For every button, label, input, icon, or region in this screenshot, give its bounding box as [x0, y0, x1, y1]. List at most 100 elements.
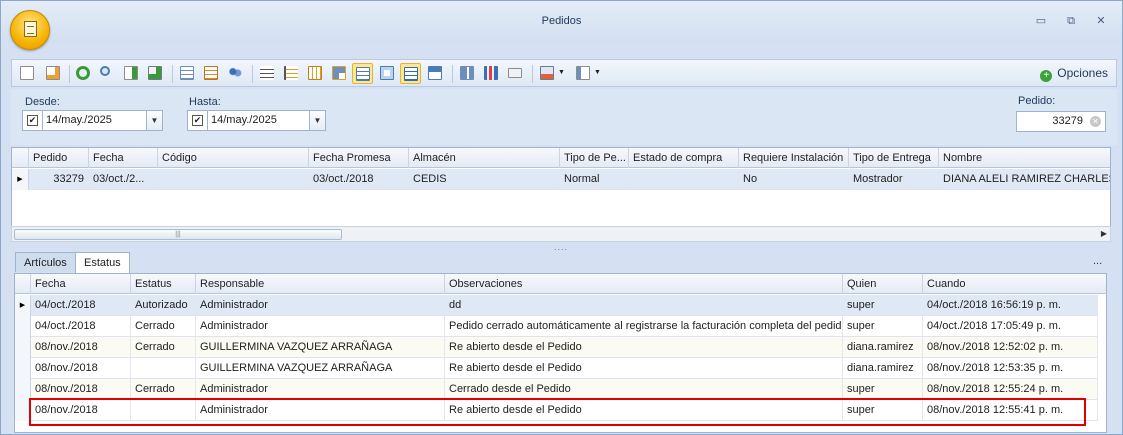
cell-observaciones[interactable]: dd — [445, 295, 843, 316]
desde-date-value[interactable]: 14/may./2025 — [42, 111, 142, 130]
cell-quien[interactable]: super — [843, 316, 923, 337]
col-codigo[interactable]: Código — [158, 148, 309, 168]
cell-fecha[interactable]: 03/oct./2... — [89, 169, 158, 190]
cell-observaciones[interactable]: Re abierto desde el Pedido — [445, 358, 843, 379]
col-pedido[interactable]: Pedido — [29, 148, 89, 168]
table-row[interactable]: ▶ 33279 03/oct./2... 03/oct./2018 CEDIS … — [12, 169, 1110, 190]
cell-almacen[interactable]: CEDIS — [409, 169, 560, 190]
cell-tipo-pedido[interactable]: Normal — [560, 169, 629, 190]
cell-estatus[interactable]: Cerrado — [131, 337, 196, 358]
hasta-checkbox[interactable]: ✔ — [192, 115, 203, 126]
col-fecha[interactable]: Fecha — [89, 148, 158, 168]
cell-fecha-promesa[interactable]: 03/oct./2018 — [309, 169, 409, 190]
print-dropdown-icon[interactable]: ▼ — [558, 64, 568, 82]
table-view-2-icon[interactable] — [400, 63, 421, 84]
cell-quien[interactable]: diana.ramirez — [843, 337, 923, 358]
pedido-input[interactable]: 33279 ✕ — [1016, 111, 1106, 132]
table-row[interactable]: 08/nov./2018 Cerrado GUILLERMINA VAZQUEZ A… — [15, 337, 1098, 358]
restore-button[interactable]: ⧉ — [1061, 13, 1081, 29]
cell-fecha[interactable]: 08/nov./2018 — [31, 337, 131, 358]
tiles-icon[interactable] — [458, 64, 476, 82]
layout-2-icon[interactable] — [426, 64, 444, 82]
align-icon[interactable] — [258, 64, 276, 82]
edit-icon[interactable] — [44, 64, 62, 82]
close-button[interactable]: ✕ — [1091, 13, 1111, 29]
report-icon[interactable] — [574, 64, 592, 82]
cell-codigo[interactable] — [158, 169, 309, 190]
col-observaciones[interactable]: Observaciones — [445, 274, 843, 294]
clear-icon[interactable]: ✕ — [1090, 116, 1101, 127]
table-row[interactable]: 08/nov./2018 GUILLERMINA VAZQUEZ ARRAÑAGA… — [15, 358, 1098, 379]
more-icon[interactable]: ... — [1093, 255, 1102, 267]
options-button[interactable]: + Opciones — [1040, 66, 1108, 82]
cell-responsable[interactable]: GUILLERMINA VAZQUEZ ARRAÑAGA — [196, 337, 445, 358]
tab-estatus[interactable]: Estatus — [75, 252, 130, 273]
report-dropdown-icon[interactable]: ▼ — [594, 64, 604, 82]
hasta-date-value[interactable]: 14/may./2025 — [207, 111, 307, 130]
grid-icon[interactable] — [178, 64, 196, 82]
chevron-down-icon[interactable]: ▼ — [309, 111, 325, 130]
cell-fecha[interactable]: 04/oct./2018 — [31, 295, 131, 316]
search-icon[interactable] — [98, 64, 116, 82]
col-tipo-entrega[interactable]: Tipo de Entrega — [849, 148, 939, 168]
cell-fecha[interactable]: 04/oct./2018 — [31, 316, 131, 337]
col-tipo-pedido[interactable]: Tipo de Pe... — [560, 148, 629, 168]
filter-icon[interactable] — [378, 64, 396, 82]
table-row[interactable]: ▶ 04/oct./2018 Autorizado Administrador dd su… — [15, 295, 1098, 316]
card-icon[interactable] — [506, 64, 524, 82]
col-nombre[interactable]: Nombre — [939, 148, 1110, 168]
people-icon[interactable] — [226, 64, 244, 82]
cell-responsable[interactable]: GUILLERMINA VAZQUEZ ARRAÑAGA — [196, 358, 445, 379]
splitter-handle[interactable]: .... — [554, 242, 568, 252]
pedido-value[interactable]: 33279 — [1052, 115, 1083, 127]
table-row[interactable]: 08/nov./2018 Cerrado Administrador Cerrado … — [15, 379, 1098, 400]
cell-fecha[interactable]: 08/nov./2018 — [31, 358, 131, 379]
table-row[interactable]: 04/oct./2018 Cerrado Administrador Pedido c… — [15, 316, 1098, 337]
new-icon[interactable] — [18, 64, 36, 82]
cell-observaciones[interactable]: Re abierto desde el Pedido — [445, 337, 843, 358]
refresh-icon[interactable] — [74, 64, 92, 82]
tab-articulos[interactable]: Artículos — [15, 252, 76, 272]
cell-responsable[interactable]: Administrador — [196, 316, 445, 337]
scroll-thumb[interactable]: ||| — [14, 229, 342, 240]
table-view-icon[interactable] — [352, 63, 373, 84]
export-icon[interactable] — [122, 64, 140, 82]
cell-estatus[interactable] — [131, 358, 196, 379]
cell-cuando[interactable]: 08/nov./2018 12:53:35 p. m. — [923, 358, 1098, 379]
desde-date-field[interactable]: ✔ 14/may./2025 ▼ — [22, 110, 163, 131]
cell-fecha[interactable]: 08/nov./2018 — [31, 379, 131, 400]
cell-observaciones[interactable]: Pedido cerrado automáticamente al regist… — [445, 316, 843, 337]
cell-estatus[interactable]: Cerrado — [131, 316, 196, 337]
cell-cuando[interactable]: 08/nov./2018 12:55:24 p. m. — [923, 379, 1098, 400]
cell-estatus[interactable]: Autorizado — [131, 295, 196, 316]
cell-quien[interactable]: diana.ramirez — [843, 358, 923, 379]
col-estado-compra[interactable]: Estado de compra — [629, 148, 739, 168]
cell-responsable[interactable]: Administrador — [196, 379, 445, 400]
cell-cuando[interactable]: 04/oct./2018 17:05:49 p. m. — [923, 316, 1098, 337]
cell-nombre[interactable]: DIANA ALELI RAMIREZ CHARLES — [939, 169, 1110, 190]
col-responsable[interactable]: Responsable — [196, 274, 445, 294]
cell-quien[interactable]: super — [843, 379, 923, 400]
print-icon[interactable] — [538, 64, 556, 82]
cell-cuando[interactable]: 08/nov./2018 12:52:02 p. m. — [923, 337, 1098, 358]
hasta-date-field[interactable]: ✔ 14/may./2025 ▼ — [187, 110, 326, 131]
layout-icon[interactable] — [330, 64, 348, 82]
bar-chart-icon[interactable] — [482, 64, 500, 82]
chevron-down-icon[interactable]: ▼ — [146, 111, 162, 130]
col-cuando[interactable]: Cuando — [923, 274, 1106, 294]
cell-observaciones[interactable]: Cerrado desde el Pedido — [445, 379, 843, 400]
edit-table-icon[interactable] — [202, 64, 220, 82]
col-almacen[interactable]: Almacén — [409, 148, 560, 168]
minimize-button[interactable]: ▭ — [1031, 13, 1051, 29]
col-fecha[interactable]: Fecha — [31, 274, 131, 294]
send-icon[interactable] — [146, 64, 164, 82]
cell-quien[interactable]: super — [843, 295, 923, 316]
cell-requiere-instalacion[interactable]: No — [739, 169, 849, 190]
cell-tipo-entrega[interactable]: Mostrador — [849, 169, 939, 190]
col-requiere-instalacion[interactable]: Requiere Instalación — [739, 148, 849, 168]
desde-checkbox[interactable]: ✔ — [27, 115, 38, 126]
cell-pedido[interactable]: 33279 — [29, 169, 89, 190]
col-estatus[interactable]: Estatus — [131, 274, 196, 294]
columns-icon[interactable] — [306, 64, 324, 82]
col-quien[interactable]: Quien — [843, 274, 923, 294]
